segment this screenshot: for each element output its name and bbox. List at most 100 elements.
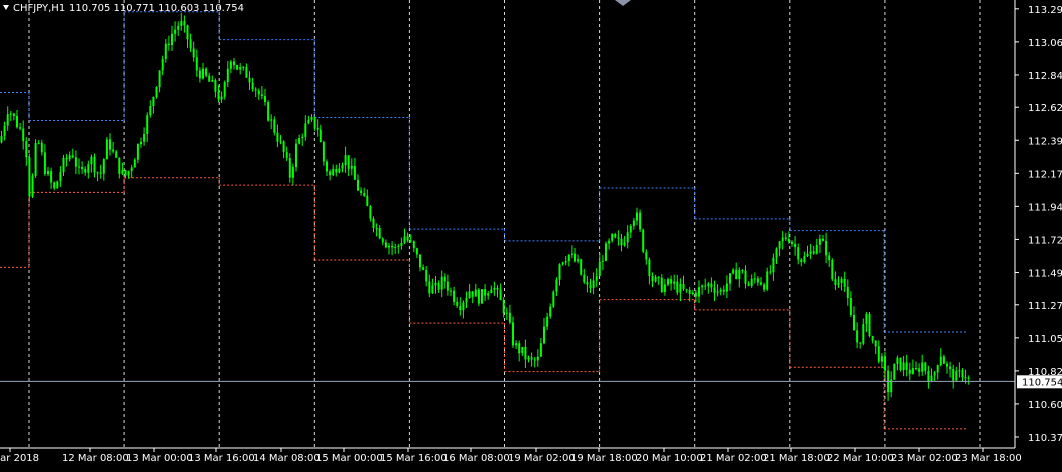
candle-body bbox=[828, 255, 831, 261]
candle-body bbox=[896, 357, 899, 364]
candle-body bbox=[316, 127, 319, 130]
candle-body bbox=[180, 21, 183, 26]
candle-body bbox=[769, 271, 772, 273]
candle-body bbox=[784, 237, 787, 240]
candle-body bbox=[877, 346, 880, 362]
candle-body bbox=[921, 362, 924, 372]
chart-window[interactable]: 113.290 113.065 112.840 112.620 112.395 112.1… bbox=[0, 0, 1062, 468]
candle-body bbox=[149, 105, 152, 116]
candle-body bbox=[577, 259, 580, 262]
candle-body bbox=[431, 285, 434, 294]
candle-body bbox=[87, 164, 90, 173]
candle-body bbox=[152, 97, 155, 106]
candle-body bbox=[465, 297, 468, 303]
candle-body bbox=[440, 276, 443, 290]
current-price-label: 110.754 bbox=[1022, 377, 1062, 388]
time-tick-label: 14 Mar 08:00 bbox=[253, 453, 320, 464]
candle-body bbox=[375, 228, 378, 230]
candle-body bbox=[636, 212, 638, 221]
candle-body bbox=[719, 289, 722, 292]
time-tick-label: 15 Mar 16:00 bbox=[380, 453, 447, 464]
candle-body bbox=[236, 64, 239, 70]
candle-body bbox=[527, 357, 530, 360]
candle-body bbox=[583, 274, 586, 283]
symbol-label: CHFJPY,H1 bbox=[13, 3, 65, 14]
candle-body bbox=[477, 289, 480, 304]
candle-body bbox=[192, 48, 195, 58]
candle-body bbox=[350, 165, 353, 169]
candle-body bbox=[911, 367, 914, 374]
candle-body bbox=[518, 343, 521, 354]
candle-body bbox=[908, 369, 911, 374]
candle-body bbox=[766, 271, 769, 290]
candle-body bbox=[419, 254, 421, 268]
candle-body bbox=[750, 278, 753, 286]
candle-body bbox=[239, 67, 242, 70]
candle-body bbox=[391, 245, 394, 248]
candle-body bbox=[115, 151, 118, 158]
candle-body bbox=[756, 278, 759, 283]
candle-body bbox=[508, 312, 511, 323]
candle-body bbox=[589, 284, 592, 288]
candle-body bbox=[574, 253, 576, 262]
candle-body bbox=[676, 281, 679, 293]
candle-body bbox=[167, 43, 170, 45]
candle-body bbox=[313, 117, 316, 128]
price-tick-label: 113.290 bbox=[1028, 5, 1062, 16]
candle-body bbox=[245, 66, 248, 78]
candle-body bbox=[617, 237, 620, 239]
candle-body bbox=[725, 283, 728, 292]
time-tick-label: 19 Mar 18:00 bbox=[571, 453, 638, 464]
candle-body bbox=[267, 102, 270, 121]
candle-body bbox=[140, 141, 142, 145]
candle-body bbox=[961, 370, 964, 378]
candle-body bbox=[502, 300, 505, 314]
candle-body bbox=[735, 269, 738, 280]
candle-body bbox=[326, 161, 328, 172]
candle-body bbox=[9, 113, 12, 115]
price-tick-label: 110.600 bbox=[1028, 400, 1062, 411]
candle-body bbox=[301, 136, 304, 139]
candle-body bbox=[558, 264, 561, 280]
price-tick-label: 112.395 bbox=[1028, 136, 1062, 147]
candle-body bbox=[515, 343, 518, 346]
candle-body bbox=[319, 129, 322, 143]
candle-body bbox=[437, 283, 440, 290]
candle-body bbox=[183, 21, 186, 26]
candle-body bbox=[124, 170, 127, 176]
candle-body bbox=[651, 276, 654, 282]
time-tick-label: 20 Mar 10:00 bbox=[636, 453, 703, 464]
candle-body bbox=[279, 141, 282, 143]
candle-body bbox=[747, 283, 750, 286]
candle-body bbox=[803, 256, 806, 263]
candle-body bbox=[481, 289, 483, 304]
candle-body bbox=[549, 306, 552, 317]
candle-body bbox=[118, 157, 121, 174]
candle-body bbox=[242, 66, 245, 68]
candle-body bbox=[521, 346, 524, 354]
candle-body bbox=[31, 175, 34, 197]
price-tick-label: 111.050 bbox=[1028, 334, 1062, 345]
candle-body bbox=[958, 370, 961, 372]
candle-body bbox=[595, 275, 598, 281]
candle-body bbox=[229, 61, 232, 69]
candle-body bbox=[800, 259, 803, 263]
candle-body bbox=[16, 115, 18, 128]
candle-body bbox=[939, 356, 942, 366]
candle-body bbox=[304, 123, 307, 137]
price-tick-label: 112.620 bbox=[1028, 103, 1062, 114]
candle-body bbox=[729, 273, 731, 284]
candle-body bbox=[372, 218, 375, 229]
candle-body bbox=[667, 279, 669, 285]
candle-body bbox=[862, 324, 865, 344]
candle-body bbox=[555, 279, 558, 292]
candle-body bbox=[915, 367, 917, 369]
candle-body bbox=[902, 362, 905, 371]
price-chart[interactable]: 113.290 113.065 112.840 112.620 112.395 112.1… bbox=[0, 0, 1062, 468]
candle-body bbox=[381, 238, 384, 243]
candle-body bbox=[37, 142, 40, 144]
candle-body bbox=[775, 248, 778, 258]
candle-body bbox=[177, 25, 180, 30]
candle-body bbox=[47, 171, 49, 175]
candle-body bbox=[195, 57, 198, 71]
